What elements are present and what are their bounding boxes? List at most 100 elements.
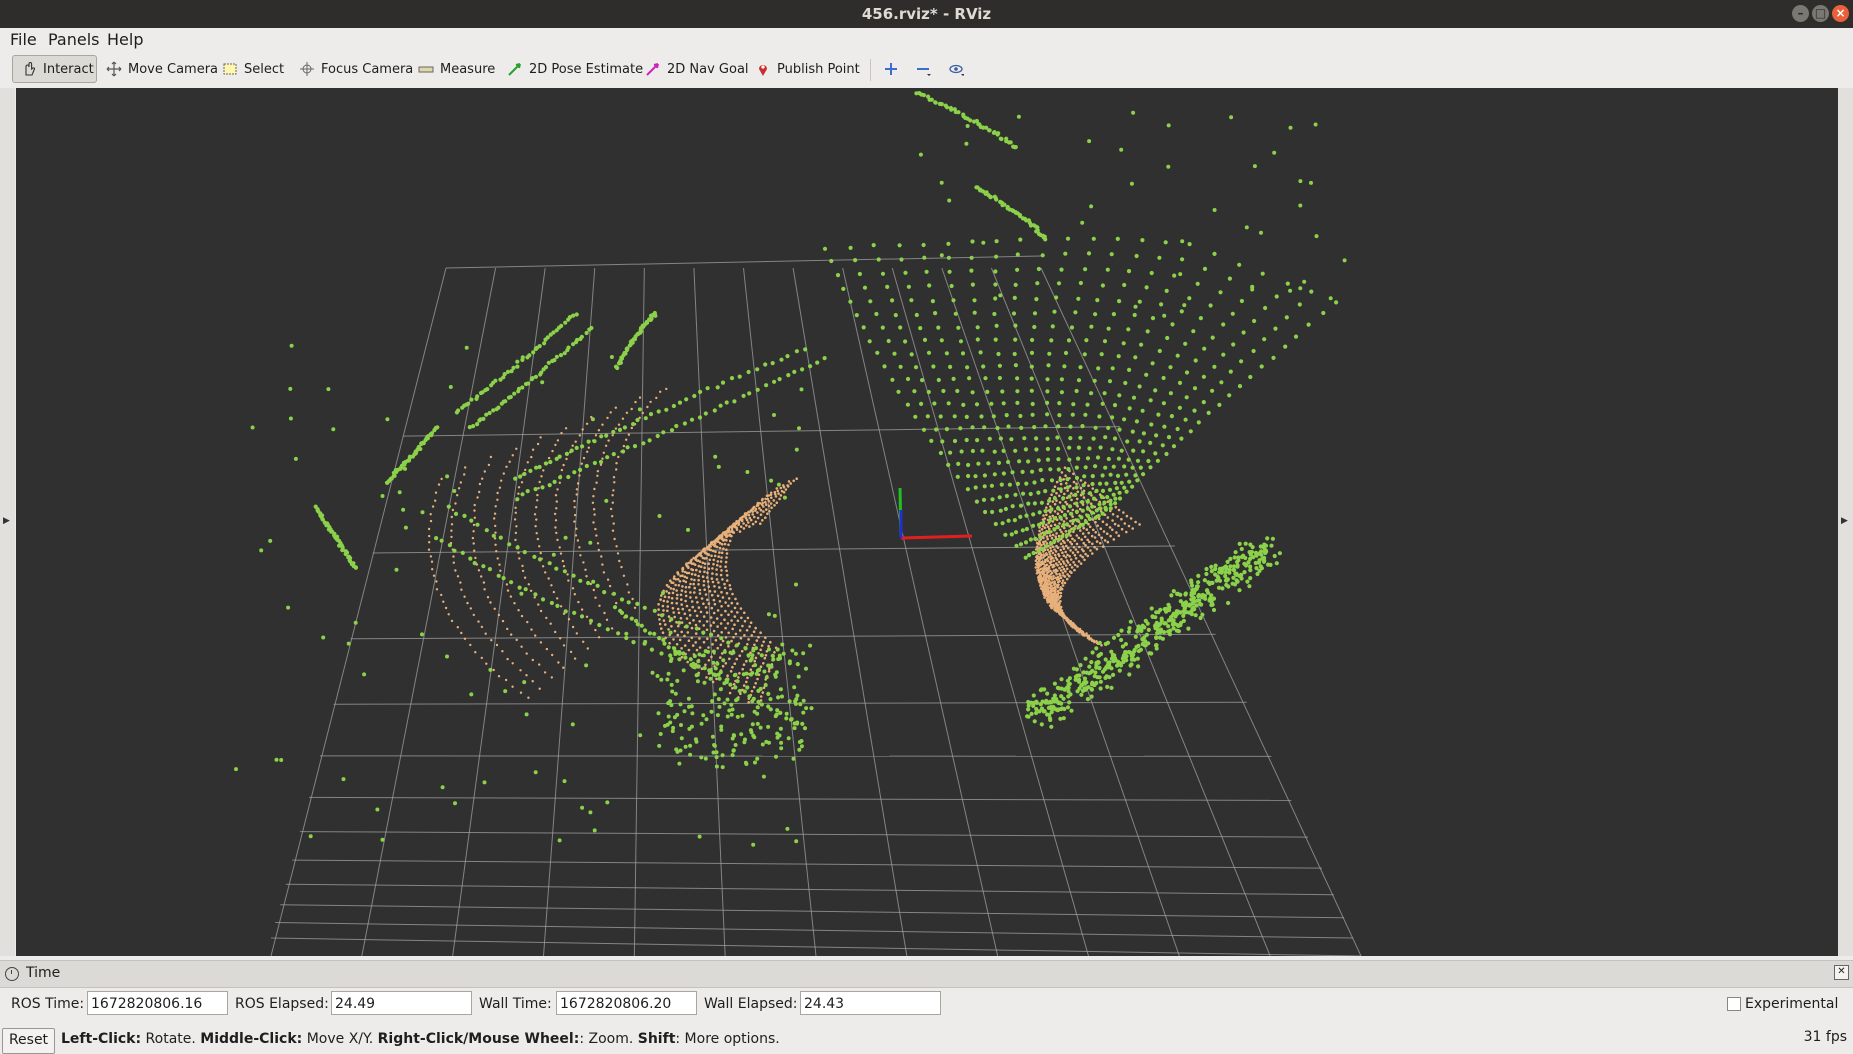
point [746, 369, 751, 375]
point [469, 692, 474, 697]
point [767, 740, 771, 745]
point [1061, 551, 1064, 554]
left-dock-toggle[interactable]: ▶ [0, 88, 15, 956]
point [1110, 366, 1115, 371]
maximize-icon[interactable]: □ [1812, 5, 1829, 22]
point [695, 679, 700, 684]
point [991, 414, 996, 419]
views-button[interactable] [944, 55, 968, 83]
point [967, 376, 972, 381]
ros-time-field[interactable]: 1672820806.16 [87, 991, 228, 1015]
close-panel-icon[interactable]: ✕ [1834, 965, 1849, 980]
point [933, 100, 938, 105]
point [689, 591, 692, 594]
render-viewport[interactable] [16, 88, 1838, 956]
point [515, 497, 520, 502]
add-tool-button[interactable] [879, 55, 903, 83]
point [743, 619, 747, 623]
focus-camera-button[interactable]: Focus Camera [291, 55, 421, 83]
point [657, 636, 662, 641]
point [703, 649, 708, 654]
point [745, 685, 750, 690]
point [537, 557, 543, 562]
point [678, 702, 683, 707]
wall-elapsed-field[interactable]: 24.43 [800, 991, 941, 1015]
point [759, 648, 762, 652]
point [1044, 560, 1047, 564]
point [509, 595, 513, 598]
measure-button[interactable]: Measure [410, 55, 503, 83]
point [1174, 609, 1179, 614]
interact-button[interactable]: Interact [12, 55, 97, 83]
menu-file[interactable]: File [10, 30, 37, 49]
point [434, 536, 439, 541]
point [463, 595, 466, 598]
point [1052, 516, 1057, 521]
point [690, 578, 693, 581]
point [1081, 555, 1084, 559]
point [708, 558, 712, 562]
point [794, 349, 800, 354]
point [481, 564, 486, 569]
move-camera-button[interactable]: Move Camera [98, 55, 226, 83]
point [1079, 554, 1082, 557]
wall-time-field[interactable]: 1672820806.20 [556, 991, 697, 1015]
point [1258, 564, 1263, 569]
point [1045, 377, 1050, 382]
ros-elapsed-field[interactable]: 24.49 [331, 991, 472, 1015]
point [712, 743, 717, 748]
toolbar: Interact Move Camera Select Focus Camera… [0, 51, 1853, 87]
point [1090, 481, 1095, 487]
point [1013, 145, 1018, 150]
point [1081, 532, 1085, 535]
point [494, 531, 497, 534]
point [716, 464, 721, 469]
x-axis-line [900, 534, 973, 540]
menu-help[interactable]: Help [107, 30, 143, 49]
point-cloud-scene[interactable] [16, 88, 1838, 956]
point [547, 577, 550, 580]
point [1074, 667, 1079, 672]
point [1078, 631, 1081, 634]
point [605, 800, 610, 805]
point [1053, 553, 1057, 557]
point [1288, 125, 1293, 130]
point [1065, 236, 1071, 241]
point [1043, 554, 1046, 557]
point [741, 667, 744, 671]
point [523, 587, 528, 592]
reset-button[interactable]: Reset [2, 1028, 55, 1054]
experimental-checkbox[interactable] [1727, 997, 1741, 1011]
nav-goal-button[interactable]: 2D Nav Goal [637, 55, 757, 83]
menu-panels[interactable]: Panels [48, 30, 100, 49]
point [1058, 487, 1063, 492]
point [773, 674, 778, 679]
point [1113, 496, 1118, 501]
minimize-icon[interactable]: – [1792, 5, 1809, 22]
point [764, 654, 768, 657]
point [1078, 365, 1083, 370]
right-dock-toggle[interactable]: ▶ [1838, 88, 1853, 956]
point [580, 444, 585, 449]
point [1147, 651, 1152, 656]
point [469, 397, 474, 402]
point [594, 434, 598, 437]
point [913, 414, 918, 419]
point [725, 552, 729, 555]
point [974, 499, 980, 504]
pose-estimate-button[interactable]: 2D Pose Estimate [499, 55, 651, 83]
point [1086, 251, 1092, 256]
publish-point-button[interactable]: Publish Point [747, 55, 868, 83]
point [1148, 398, 1153, 403]
point [1011, 311, 1017, 316]
point [1266, 562, 1271, 567]
point [1047, 518, 1052, 523]
remove-tool-button[interactable] [911, 55, 935, 83]
point [572, 470, 577, 475]
select-button[interactable]: Select [214, 55, 292, 83]
point [744, 671, 749, 676]
point [454, 502, 457, 505]
close-icon[interactable]: × [1832, 5, 1849, 22]
point [600, 555, 603, 558]
point [684, 624, 689, 629]
